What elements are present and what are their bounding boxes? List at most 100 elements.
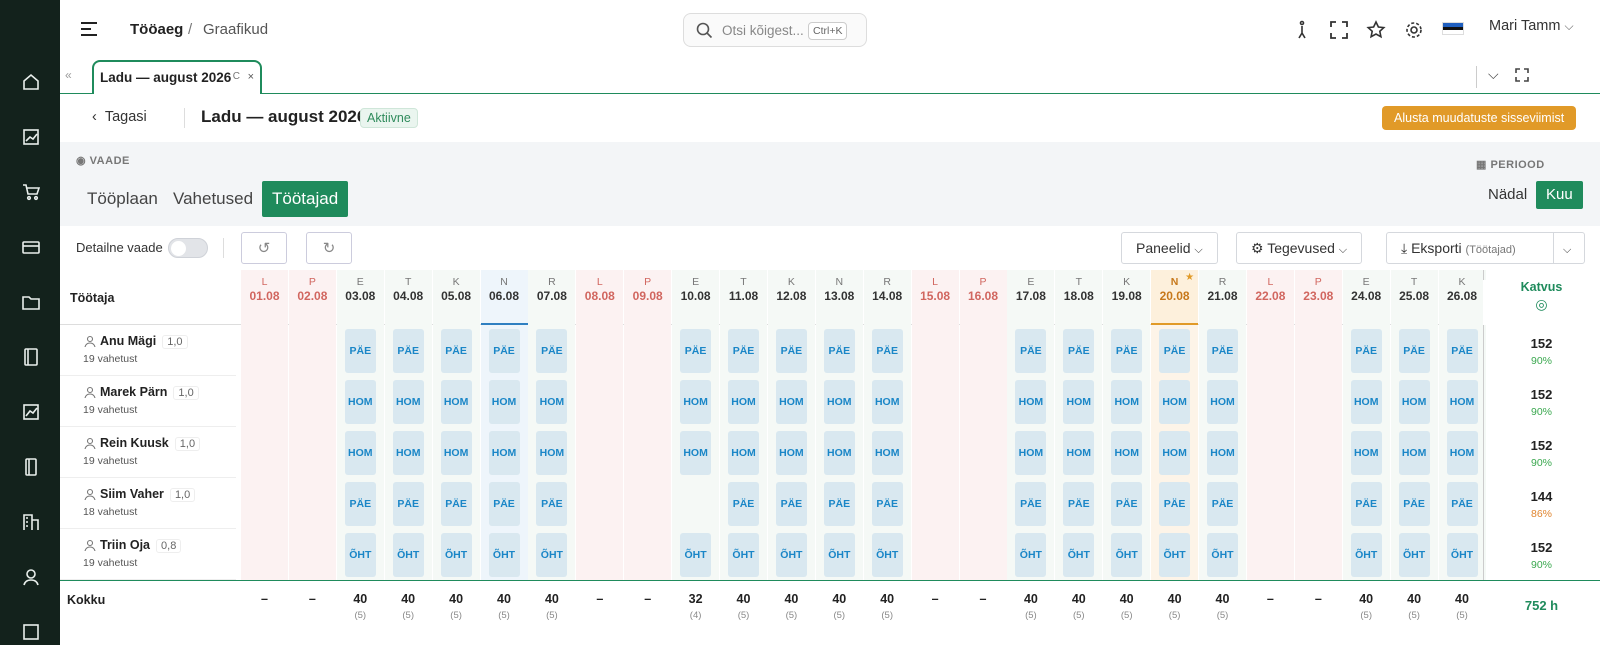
shift-cell[interactable]: PÄE bbox=[1350, 482, 1382, 526]
shift-cell[interactable]: HOM bbox=[871, 431, 903, 475]
employee-row[interactable]: Triin Oja 0,8 19 vahetust bbox=[60, 529, 236, 580]
analytics-icon[interactable] bbox=[20, 401, 42, 423]
day-header[interactable]: P 23.08 bbox=[1294, 270, 1342, 325]
shift-cell[interactable]: HOM bbox=[775, 431, 807, 475]
view-tootajad[interactable]: Töötajad bbox=[262, 181, 349, 217]
period-month-button[interactable]: Kuu bbox=[1536, 181, 1583, 209]
day-header[interactable]: L 08.08 bbox=[576, 270, 624, 325]
day-header[interactable]: E 17.08 bbox=[1007, 270, 1055, 325]
shift-cell[interactable]: ÕHT bbox=[1159, 533, 1191, 577]
shift-cell[interactable]: HOM bbox=[680, 380, 712, 424]
language-flag-icon[interactable] bbox=[1442, 22, 1464, 35]
shift-cell[interactable]: PÄE bbox=[488, 482, 520, 526]
shift-cell[interactable]: PÄE bbox=[823, 329, 855, 373]
view-vahetused[interactable]: Vahetused bbox=[163, 181, 263, 217]
shift-cell[interactable]: HOM bbox=[1398, 380, 1430, 424]
close-icon[interactable]: × bbox=[248, 71, 254, 83]
shift-cell[interactable]: HOM bbox=[1159, 380, 1191, 424]
shift-cell[interactable]: PÄE bbox=[1398, 329, 1430, 373]
day-header[interactable]: T 04.08 bbox=[384, 270, 432, 325]
shift-cell[interactable]: PÄE bbox=[440, 329, 472, 373]
shift-cell[interactable]: HOM bbox=[536, 380, 568, 424]
fullscreen-icon[interactable] bbox=[1329, 20, 1349, 40]
shift-cell[interactable]: PÄE bbox=[1159, 329, 1191, 373]
user-menu[interactable]: Mari Tamm ⌵ bbox=[1489, 18, 1574, 34]
shift-cell[interactable]: PÄE bbox=[680, 329, 712, 373]
shift-cell[interactable]: HOM bbox=[1350, 380, 1382, 424]
shift-cell[interactable]: PÄE bbox=[1207, 482, 1238, 526]
day-header[interactable]: L 01.08 bbox=[241, 270, 288, 325]
day-header[interactable]: N 06.08 bbox=[480, 270, 528, 325]
shift-cell[interactable]: ÕHT bbox=[680, 533, 712, 577]
tab-schedule[interactable]: Ladu — august 2026 C × bbox=[92, 60, 262, 94]
shift-cell[interactable]: HOM bbox=[344, 380, 376, 424]
day-header[interactable]: E 24.08 bbox=[1342, 270, 1390, 325]
shift-cell[interactable]: ÕHT bbox=[392, 533, 424, 577]
shift-cell[interactable]: ÕHT bbox=[871, 533, 903, 577]
document-icon[interactable] bbox=[20, 456, 42, 478]
shift-cell[interactable]: HOM bbox=[823, 431, 855, 475]
menu-icon[interactable] bbox=[80, 20, 98, 38]
home-icon[interactable] bbox=[20, 71, 42, 93]
shift-cell[interactable]: PÄE bbox=[1111, 482, 1143, 526]
shift-cell[interactable]: PÄE bbox=[728, 482, 759, 526]
employee-row[interactable]: Siim Vaher 1,0 18 vahetust bbox=[60, 478, 236, 529]
shift-cell[interactable]: PÄE bbox=[536, 329, 568, 373]
day-header[interactable]: L 22.08 bbox=[1246, 270, 1294, 325]
shift-cell[interactable]: ÕHT bbox=[1111, 533, 1143, 577]
shift-cell[interactable]: PÄE bbox=[1015, 482, 1047, 526]
day-header[interactable]: T 18.08 bbox=[1055, 270, 1103, 325]
day-header[interactable]: K 05.08 bbox=[432, 270, 480, 325]
day-header[interactable]: L 15.08 bbox=[911, 270, 959, 325]
shift-cell[interactable]: PÄE bbox=[1159, 482, 1191, 526]
shift-cell[interactable]: HOM bbox=[728, 380, 759, 424]
export-menu-button[interactable]: ⌵ bbox=[1553, 232, 1585, 264]
shift-cell[interactable]: PÄE bbox=[488, 329, 520, 373]
shift-cell[interactable]: HOM bbox=[1350, 431, 1382, 475]
shift-cell[interactable]: PÄE bbox=[1111, 329, 1143, 373]
shift-cell[interactable]: PÄE bbox=[823, 482, 855, 526]
visibility-icon[interactable]: ◎ bbox=[1483, 296, 1600, 313]
period-week-button[interactable]: Nädal bbox=[1480, 181, 1535, 209]
card-icon[interactable] bbox=[20, 236, 42, 258]
shift-cell[interactable]: HOM bbox=[1159, 431, 1191, 475]
shift-cell[interactable]: ÕHT bbox=[728, 533, 759, 577]
shift-cell[interactable]: HOM bbox=[1111, 431, 1143, 475]
shift-cell[interactable]: HOM bbox=[488, 380, 520, 424]
day-header[interactable]: P 02.08 bbox=[288, 270, 336, 325]
employee-row[interactable]: Rein Kuusk 1,0 19 vahetust bbox=[60, 427, 236, 478]
shift-cell[interactable]: PÄE bbox=[440, 482, 472, 526]
shift-cell[interactable]: PÄE bbox=[871, 329, 903, 373]
day-header[interactable]: E 10.08 bbox=[672, 270, 720, 325]
shift-cell[interactable]: ÕHT bbox=[1350, 533, 1382, 577]
back-button[interactable]: ‹ Tagasi bbox=[92, 109, 147, 125]
undo-button[interactable]: ↺ bbox=[241, 232, 287, 264]
shift-cell[interactable]: HOM bbox=[1015, 380, 1047, 424]
gear-icon[interactable] bbox=[1404, 20, 1424, 40]
shift-cell[interactable]: ÕHT bbox=[1207, 533, 1238, 577]
shift-cell[interactable]: PÄE bbox=[392, 482, 424, 526]
detail-view-toggle[interactable] bbox=[168, 238, 208, 258]
day-header[interactable]: R 14.08 bbox=[863, 270, 911, 325]
shift-cell[interactable]: HOM bbox=[1446, 431, 1478, 475]
shift-cell[interactable]: HOM bbox=[1207, 431, 1238, 475]
folder-icon[interactable] bbox=[20, 291, 42, 313]
day-header[interactable]: K 26.08 bbox=[1438, 270, 1486, 325]
image-icon[interactable] bbox=[20, 621, 42, 643]
search-input[interactable]: Otsi kõigest... bbox=[722, 23, 804, 38]
user-icon[interactable] bbox=[20, 566, 42, 588]
day-header[interactable]: K 12.08 bbox=[767, 270, 815, 325]
shift-cell[interactable]: HOM bbox=[392, 431, 424, 475]
day-header[interactable]: E 03.08 bbox=[336, 270, 384, 325]
view-tooplaan[interactable]: Tööplaan bbox=[77, 181, 168, 217]
shift-cell[interactable]: PÄE bbox=[1350, 329, 1382, 373]
shift-cell[interactable]: HOM bbox=[1015, 431, 1047, 475]
employee-row[interactable]: Marek Pärn 1,0 19 vahetust bbox=[60, 376, 236, 427]
shift-cell[interactable]: PÄE bbox=[728, 329, 759, 373]
breadcrumb-root[interactable]: Tööaeg bbox=[130, 21, 183, 38]
day-header[interactable]: T 11.08 bbox=[720, 270, 767, 325]
day-header[interactable]: R 07.08 bbox=[528, 270, 576, 325]
shift-cell[interactable]: PÄE bbox=[1063, 329, 1095, 373]
shift-cell[interactable]: PÄE bbox=[1446, 482, 1478, 526]
day-header[interactable]: P 09.08 bbox=[624, 270, 672, 325]
